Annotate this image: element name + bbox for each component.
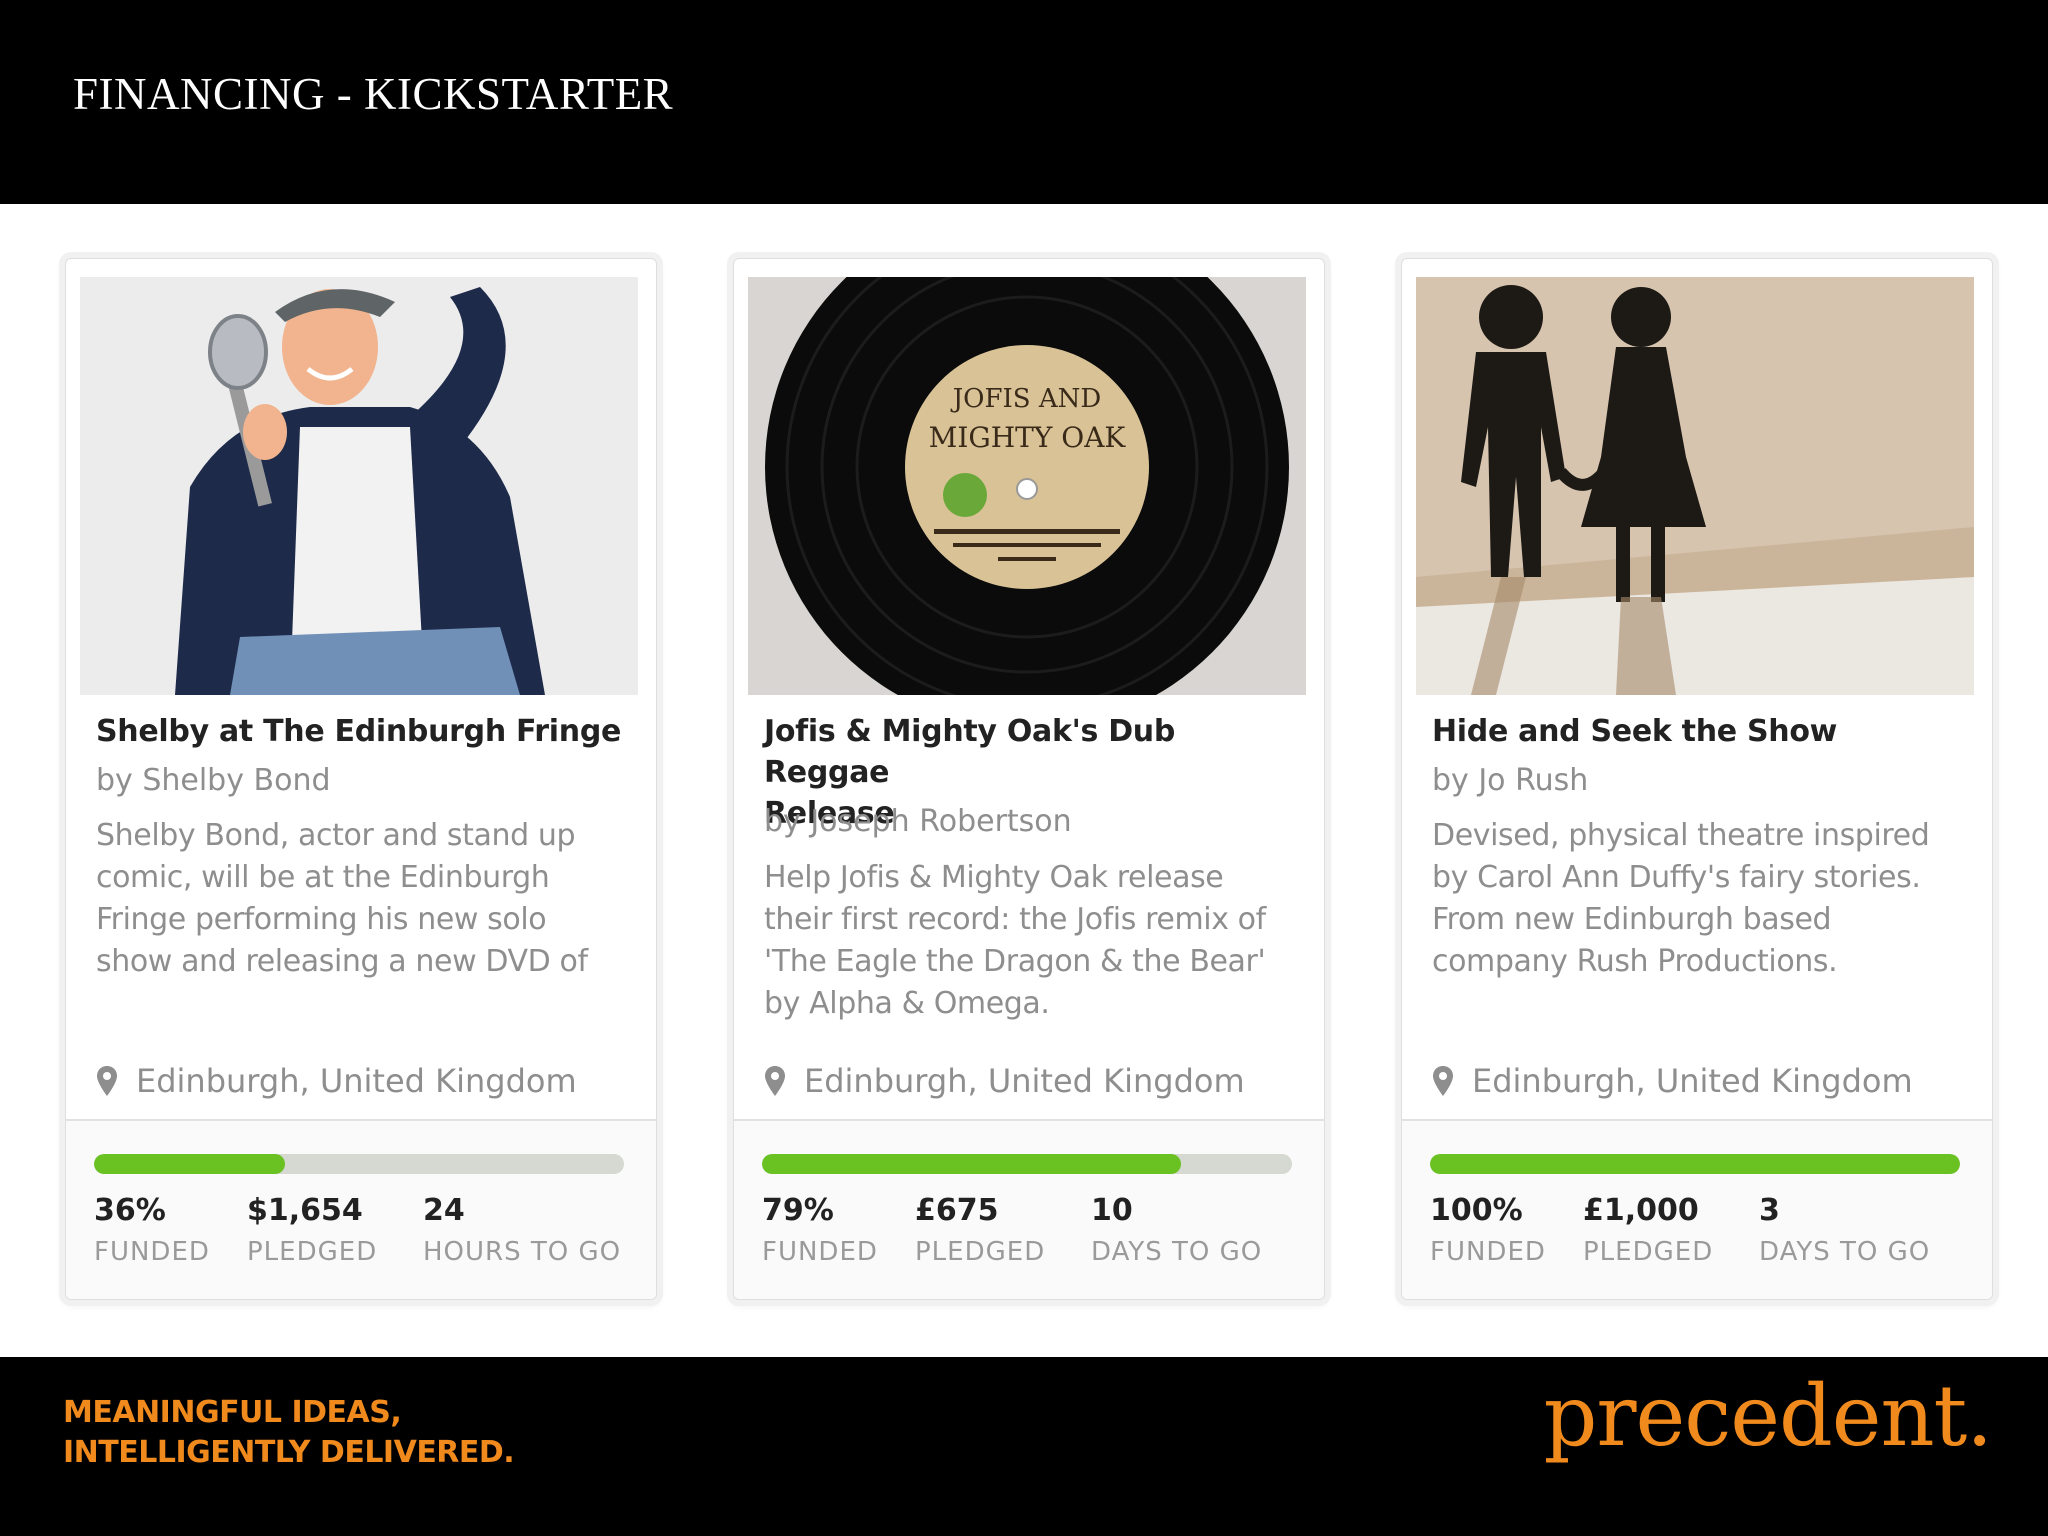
project-image[interactable]: JOFIS AND MIGHTY OAK <box>748 277 1306 695</box>
project-location[interactable]: Edinburgh, United Kingdom <box>96 1061 577 1101</box>
project-author[interactable]: by Jo Rush <box>1432 761 1588 801</box>
project-title[interactable]: Shelby at The Edinburgh Fringe <box>96 711 626 752</box>
project-image[interactable] <box>80 277 638 695</box>
stat-time-left: 10 DAYS TO GO <box>1091 1191 1262 1271</box>
project-description: Devised, physical theatre inspired by Ca… <box>1432 815 1980 983</box>
description-line: Devised, physical theatre inspired <box>1432 818 1930 853</box>
stat-value: 3 <box>1759 1193 1780 1228</box>
stat-label: FUNDED <box>94 1237 210 1267</box>
location-label: Edinburgh, United Kingdom <box>136 1062 577 1100</box>
stat-funded: 100% FUNDED <box>1430 1191 1546 1271</box>
stat-value: 100% <box>1430 1193 1523 1228</box>
project-card[interactable]: JOFIS AND MIGHTY OAK Jofis & Mighty Oak'… <box>733 258 1325 1300</box>
stat-value: £675 <box>915 1193 999 1228</box>
project-location[interactable]: Edinburgh, United Kingdom <box>764 1061 1245 1101</box>
stat-value: 36% <box>94 1193 166 1228</box>
tagline-line: INTELLIGENTLY DELIVERED. <box>63 1435 515 1470</box>
stat-label: PLEDGED <box>1583 1237 1714 1267</box>
stat-label: FUNDED <box>762 1237 878 1267</box>
tagline: MEANINGFUL IDEAS, INTELLIGENTLY DELIVERE… <box>63 1393 515 1473</box>
description-line: Help Jofis & Mighty Oak release <box>764 860 1224 895</box>
stat-value: 10 <box>1091 1193 1133 1228</box>
map-pin-icon <box>765 1066 785 1096</box>
stat-label: FUNDED <box>1430 1237 1546 1267</box>
project-author[interactable]: by Shelby Bond <box>96 761 331 801</box>
map-pin-icon <box>1433 1066 1453 1096</box>
header-bar: FINANCING - KICKSTARTER <box>0 0 2048 204</box>
stat-label: HOURS TO GO <box>423 1237 622 1267</box>
stat-pledged: $1,654 PLEDGED <box>247 1191 377 1271</box>
funding-progress-bar <box>1430 1154 1960 1174</box>
location-label: Edinburgh, United Kingdom <box>1472 1062 1913 1100</box>
tagline-line: MEANINGFUL IDEAS, <box>63 1395 402 1430</box>
stat-value: £1,000 <box>1583 1193 1699 1228</box>
description-line: Shelby Bond, actor and stand up <box>96 818 576 853</box>
project-description: Shelby Bond, actor and stand up comic, w… <box>96 815 644 983</box>
slide-title: FINANCING - KICKSTARTER <box>73 69 674 119</box>
stat-time-left: 3 DAYS TO GO <box>1759 1191 1930 1271</box>
progress-fill <box>1430 1154 1960 1174</box>
footer-bar: MEANINGFUL IDEAS, INTELLIGENTLY DELIVERE… <box>0 1357 2048 1536</box>
description-line: their first record: the Jofis remix of <box>764 902 1266 937</box>
description-line: Fringe performing his new solo <box>96 902 547 937</box>
description-line: 'The Eagle the Dragon & the Bear' <box>764 944 1266 979</box>
stat-label: DAYS TO GO <box>1759 1237 1931 1267</box>
project-title[interactable]: Hide and Seek the Show <box>1432 711 1962 752</box>
project-image[interactable] <box>1416 277 1974 695</box>
stat-label: PLEDGED <box>247 1237 378 1267</box>
funding-progress-bar <box>762 1154 1292 1174</box>
progress-fill <box>762 1154 1181 1174</box>
record-label-line: MIGHTY OAK <box>929 421 1127 454</box>
title-line: Jofis & Mighty Oak's Dub Reggae <box>764 714 1176 790</box>
funding-progress-bar <box>94 1154 624 1174</box>
description-line: From new Edinburgh based <box>1432 902 1832 937</box>
project-author[interactable]: by Joseph Robertson <box>764 802 1072 842</box>
stat-pledged: £675 PLEDGED <box>915 1191 1045 1271</box>
description-line: company Rush Productions. <box>1432 944 1838 979</box>
location-label: Edinburgh, United Kingdom <box>804 1062 1245 1100</box>
stat-funded: 36% FUNDED <box>94 1191 210 1271</box>
progress-fill <box>94 1154 285 1174</box>
stat-pledged: £1,000 PLEDGED <box>1583 1191 1713 1271</box>
project-card[interactable]: Shelby at The Edinburgh Fringe by Shelby… <box>65 258 657 1300</box>
project-location[interactable]: Edinburgh, United Kingdom <box>1432 1061 1913 1101</box>
description-line: comic, will be at the Edinburgh <box>96 860 550 895</box>
stat-value: 24 <box>423 1193 465 1228</box>
stat-funded: 79% FUNDED <box>762 1191 878 1271</box>
stat-value: $1,654 <box>247 1193 363 1228</box>
stat-label: DAYS TO GO <box>1091 1237 1263 1267</box>
map-pin-icon <box>97 1066 117 1096</box>
stat-time-left: 24 HOURS TO GO <box>423 1191 621 1271</box>
stat-value: 79% <box>762 1193 834 1228</box>
project-card[interactable]: Hide and Seek the Show by Jo Rush Devise… <box>1401 258 1993 1300</box>
record-label-line: JOFIS AND <box>950 384 1102 414</box>
description-line: show and releasing a new DVD of <box>96 944 588 979</box>
description-line: by Carol Ann Duffy's fairy stories. <box>1432 860 1921 895</box>
description-line: by Alpha & Omega. <box>764 986 1050 1021</box>
project-description: Help Jofis & Mighty Oak release their fi… <box>764 857 1312 1025</box>
stat-label: PLEDGED <box>915 1237 1046 1267</box>
brand-logo: precedent. <box>1543 1367 1993 1465</box>
